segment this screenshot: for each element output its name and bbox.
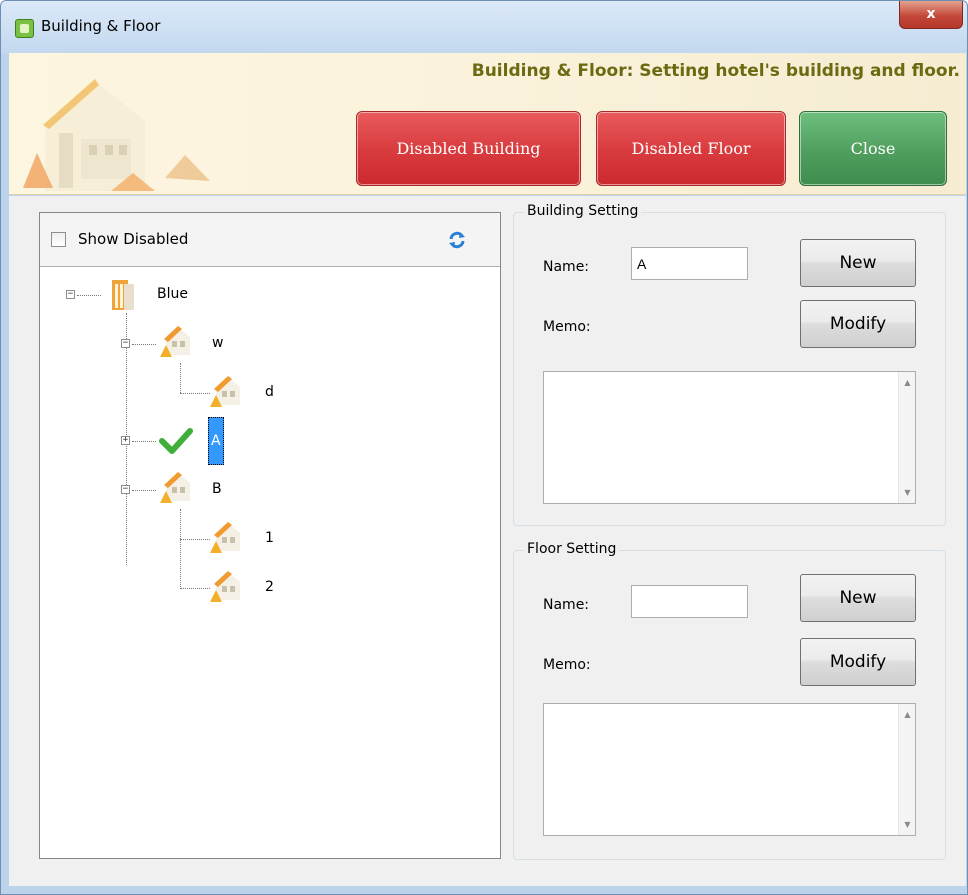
floor-setting-group: Floor Setting Name: New Memo: Modify ▲ ▼	[513, 541, 946, 860]
building-memo-textarea[interactable]: ▲ ▼	[543, 371, 916, 504]
tree-connector	[132, 490, 156, 491]
tree-node-label[interactable]: B	[212, 481, 222, 497]
tree-node-label[interactable]: 1	[265, 530, 274, 546]
building-name-input[interactable]	[631, 247, 748, 280]
building-floor-window: Building & Floor x Building & Floor: Set…	[0, 0, 968, 895]
tree-connector	[132, 441, 156, 442]
tree-connector	[180, 363, 181, 393]
window-title: Building & Floor	[41, 17, 161, 35]
floor-icon	[160, 326, 190, 357]
title-bar: Building & Floor x	[1, 1, 967, 53]
disabled-building-button[interactable]: Disabled Building	[356, 111, 581, 186]
check-icon	[159, 428, 193, 454]
collapse-icon[interactable]: −	[66, 290, 75, 299]
collapse-icon[interactable]: −	[121, 339, 130, 348]
scroll-up-icon[interactable]: ▲	[899, 706, 916, 723]
expand-icon[interactable]: +	[121, 436, 130, 445]
floor-new-button[interactable]: New	[800, 574, 916, 622]
scroll-down-icon[interactable]: ▼	[899, 484, 916, 501]
tree-node-label[interactable]: Blue	[157, 286, 188, 302]
header-subtitle: Building & Floor: Setting hotel's buildi…	[471, 61, 960, 81]
tree-connector	[180, 539, 210, 540]
tree-connector	[180, 393, 210, 394]
floor-icon	[210, 522, 240, 553]
floor-modify-button[interactable]: Modify	[800, 638, 916, 686]
tree-node-label[interactable]: w	[212, 335, 223, 351]
tree-node-label[interactable]: d	[265, 384, 274, 400]
building-setting-group: Building Setting Name: New Memo: Modify …	[513, 203, 946, 526]
floor-setting-title: Floor Setting	[524, 541, 620, 557]
building-name-label: Name:	[543, 259, 590, 275]
memo-scrollbar[interactable]: ▲ ▼	[898, 372, 915, 503]
building-icon	[112, 280, 134, 310]
memo-scrollbar[interactable]: ▲ ▼	[898, 704, 915, 835]
window-close-icon[interactable]: x	[899, 1, 963, 29]
floor-memo-label: Memo:	[543, 657, 591, 673]
app-icon	[15, 19, 34, 38]
tree-connector	[180, 509, 181, 589]
tree-connector	[180, 588, 210, 589]
collapse-icon[interactable]: −	[121, 485, 130, 494]
show-disabled-label[interactable]: Show Disabled	[78, 230, 188, 248]
refresh-icon[interactable]	[448, 231, 466, 249]
tree-node-label[interactable]: 2	[265, 579, 274, 595]
building-memo-label: Memo:	[543, 319, 591, 335]
building-tree[interactable]: Show Disabled − Blue − w d + A − B 1 2	[39, 212, 501, 859]
building-setting-title: Building Setting	[524, 203, 642, 219]
tree-connector	[77, 295, 101, 296]
building-modify-button[interactable]: Modify	[800, 300, 916, 348]
close-button[interactable]: Close	[799, 111, 947, 186]
floor-memo-textarea[interactable]: ▲ ▼	[543, 703, 916, 836]
scroll-down-icon[interactable]: ▼	[899, 816, 916, 833]
hotel-illustration-icon	[23, 79, 210, 191]
header-banner: Building & Floor: Setting hotel's buildi…	[9, 53, 966, 195]
content-area: Show Disabled − Blue − w d + A − B 1 2 B…	[9, 196, 966, 886]
floor-icon	[210, 376, 240, 407]
floor-name-input[interactable]	[631, 585, 748, 618]
building-new-button[interactable]: New	[800, 239, 916, 287]
tree-node-label-selected[interactable]: A	[208, 417, 224, 465]
floor-icon	[160, 472, 190, 503]
show-disabled-checkbox[interactable]	[51, 232, 66, 247]
scroll-up-icon[interactable]: ▲	[899, 374, 916, 391]
tree-connector	[132, 344, 156, 345]
floor-icon	[210, 571, 240, 602]
tree-toolbar: Show Disabled	[40, 213, 500, 267]
disabled-floor-button[interactable]: Disabled Floor	[596, 111, 786, 186]
floor-name-label: Name:	[543, 597, 590, 613]
